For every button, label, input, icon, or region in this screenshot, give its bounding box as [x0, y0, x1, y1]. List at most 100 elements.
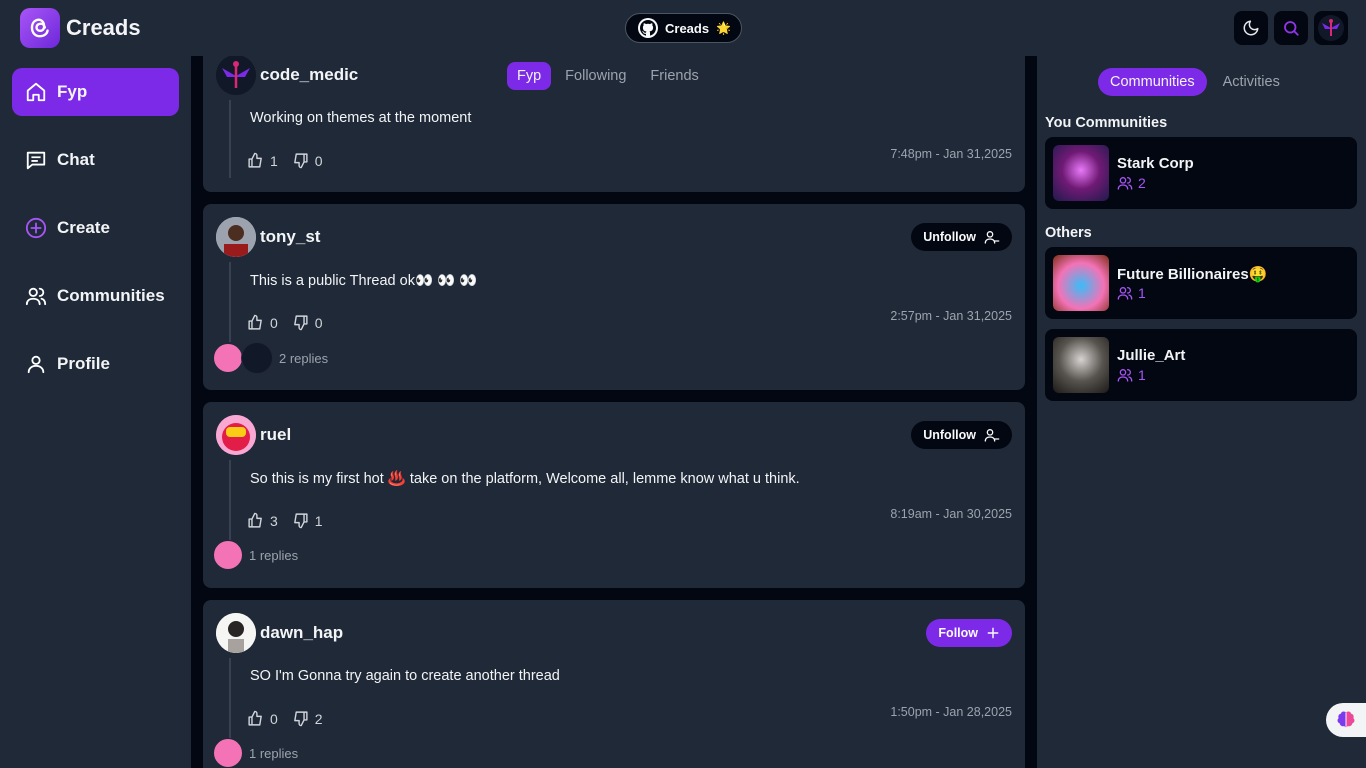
thread-line	[229, 658, 231, 738]
thumbs-up-icon[interactable]	[247, 512, 264, 529]
like-count: 3	[270, 512, 278, 529]
sidebar-item-label: Communities	[57, 286, 165, 305]
community-name: Future Billionaires🤑	[1117, 266, 1268, 283]
thumbs-up-icon[interactable]	[247, 314, 264, 331]
plus-circle-icon	[24, 216, 48, 240]
post-username[interactable]: code_medic	[260, 65, 358, 85]
post-text: This is a public Thread ok👀 👀 👀	[250, 273, 478, 289]
community-image	[1053, 145, 1109, 201]
moon-icon	[1243, 20, 1259, 36]
tab-communities[interactable]: Communities	[1098, 68, 1207, 96]
post-reactions: 1 0	[247, 152, 331, 169]
post-card: dawn_hap Follow SO I'm Gonna try again t…	[203, 600, 1025, 768]
community-card[interactable]: Future Billionaires🤑 1	[1045, 247, 1357, 319]
reply-avatar	[213, 540, 243, 570]
avatar[interactable]	[216, 217, 256, 257]
feed: Fyp Following Friends code_medic Working…	[191, 0, 1037, 768]
thumbs-down-icon[interactable]	[292, 152, 309, 169]
member-count: 1	[1138, 285, 1146, 301]
thread-line	[229, 262, 231, 342]
post-card: tony_st Unfollow This is a public Thread…	[203, 204, 1025, 390]
follow-button-label: Follow	[938, 626, 978, 640]
brand[interactable]: Creads	[20, 8, 141, 48]
tab-following[interactable]: Following	[555, 62, 636, 90]
reply-avatar	[241, 342, 273, 374]
users-icon	[1117, 177, 1133, 190]
replies-preview[interactable]: 1 replies	[213, 738, 298, 768]
replies-preview[interactable]: 2 replies	[213, 342, 328, 374]
ai-assistant-button[interactable]	[1326, 703, 1366, 737]
user-icon	[24, 352, 48, 376]
users-icon	[1117, 287, 1133, 300]
community-name: Jullie_Art	[1117, 347, 1186, 364]
unfollow-button[interactable]: Unfollow	[911, 223, 1012, 251]
member-count: 1	[1138, 367, 1146, 383]
sidebar-item-label: Chat	[57, 150, 95, 169]
search-button[interactable]	[1274, 11, 1308, 45]
theme-toggle-button[interactable]	[1234, 11, 1268, 45]
github-link[interactable]: Creads 🌟	[625, 13, 742, 43]
member-count: 2	[1138, 175, 1146, 191]
tab-activities[interactable]: Activities	[1211, 68, 1292, 96]
replies-preview[interactable]: 1 replies	[213, 540, 298, 570]
sidebar-item-communities[interactable]: Communities	[12, 272, 179, 320]
community-members: 1	[1117, 285, 1146, 301]
sidebar-item-create[interactable]: Create	[12, 204, 179, 252]
follow-button-label: Unfollow	[923, 230, 976, 244]
communities-panel: Communities Activities You Communities S…	[1037, 56, 1366, 768]
community-card[interactable]: Stark Corp 2	[1045, 137, 1357, 209]
dislike-count: 0	[314, 314, 323, 331]
post-username[interactable]: dawn_hap	[260, 623, 343, 643]
top-bar: Creads Creads 🌟	[0, 0, 1366, 56]
post-text: SO I'm Gonna try again to create another…	[250, 668, 560, 684]
thumbs-up-icon[interactable]	[247, 710, 264, 727]
thumbs-up-icon[interactable]	[247, 152, 264, 169]
reply-avatar	[213, 738, 243, 768]
user-avatar-button[interactable]	[1314, 11, 1348, 45]
thumbs-down-icon[interactable]	[292, 512, 309, 529]
replies-count: 2 replies	[279, 350, 329, 366]
others-heading: Others	[1045, 225, 1092, 241]
sidebar-item-label: Fyp	[57, 82, 88, 101]
thumbs-down-icon[interactable]	[292, 314, 309, 331]
sidebar-item-chat[interactable]: Chat	[12, 136, 179, 184]
post-username[interactable]: tony_st	[260, 227, 320, 247]
avatar[interactable]	[216, 613, 256, 653]
user-minus-icon	[984, 429, 1000, 442]
your-communities-heading: You Communities	[1045, 115, 1168, 131]
post-reactions: 3 1	[247, 512, 331, 529]
post-timestamp: 1:50pm - Jan 28,2025	[890, 705, 1012, 719]
thread-line	[229, 100, 231, 178]
sidebar-item-label: Profile	[57, 354, 110, 373]
tab-fyp[interactable]: Fyp	[507, 62, 552, 90]
post-reactions: 0 2	[247, 710, 331, 727]
post-username[interactable]: ruel	[260, 425, 291, 445]
like-count: 0	[270, 314, 278, 331]
avatar[interactable]	[216, 415, 256, 455]
dislike-count: 2	[314, 710, 323, 727]
reply-avatar	[213, 343, 243, 373]
post-text: So this is my first hot ♨️ take on the p…	[250, 471, 800, 487]
replies-count: 1 replies	[249, 547, 299, 563]
sidebar-item-profile[interactable]: Profile	[12, 340, 179, 388]
chat-icon	[24, 148, 48, 172]
sidebar-item-fyp[interactable]: Fyp	[12, 68, 179, 116]
avatar-caduceus-icon	[1318, 15, 1344, 41]
search-icon	[1284, 21, 1299, 36]
post-timestamp: 7:48pm - Jan 31,2025	[890, 147, 1012, 161]
like-count: 1	[270, 152, 278, 169]
post-text: Working on themes at the moment	[250, 110, 472, 126]
community-card[interactable]: Jullie_Art 1	[1045, 329, 1357, 401]
follow-button[interactable]: Follow	[926, 619, 1012, 647]
thread-line	[229, 460, 231, 540]
thumbs-down-icon[interactable]	[292, 710, 309, 727]
panel-tabs: Communities Activities	[1098, 68, 1292, 96]
dislike-count: 0	[314, 152, 323, 169]
users-icon	[1117, 369, 1133, 382]
community-members: 1	[1117, 367, 1146, 383]
avatar[interactable]	[216, 55, 256, 95]
sidebar-item-label: Create	[57, 218, 110, 237]
brain-icon	[1337, 711, 1355, 728]
unfollow-button[interactable]: Unfollow	[911, 421, 1012, 449]
tab-friends[interactable]: Friends	[640, 62, 708, 90]
